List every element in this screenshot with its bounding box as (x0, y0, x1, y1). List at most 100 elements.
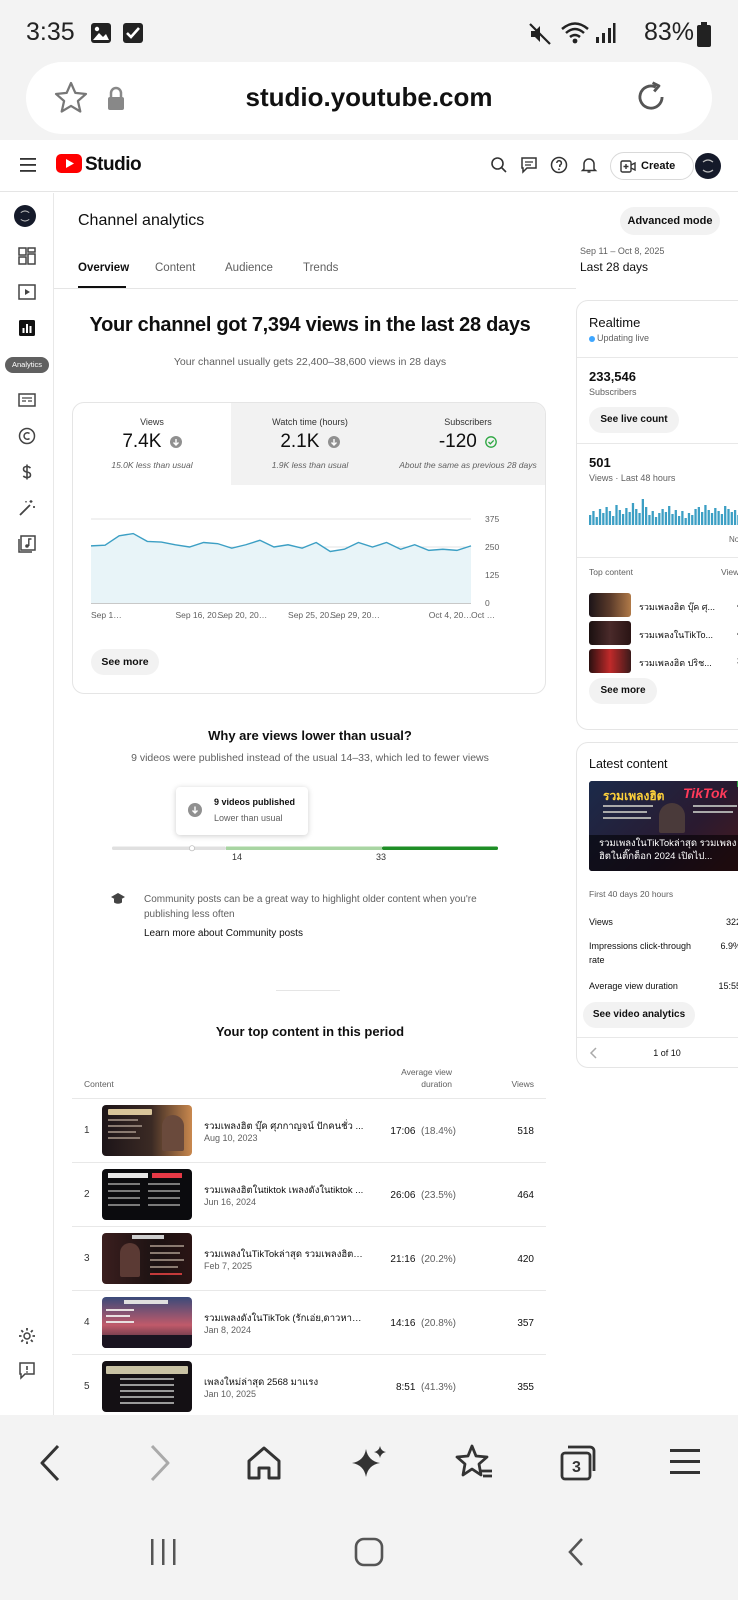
y-tick-label: 0 (485, 598, 490, 608)
studio-header: Studio Create (0, 140, 738, 192)
realtime-item-title: รวมเพลงในTikTo... (639, 630, 713, 640)
video-views: 355 (517, 1382, 534, 1393)
system-back-icon[interactable] (566, 1537, 586, 1567)
search-icon[interactable] (490, 156, 508, 174)
realtime-views-bars[interactable] (589, 495, 738, 525)
video-thumbnail[interactable] (102, 1297, 192, 1348)
video-thumbnail[interactable] (102, 1233, 192, 1284)
url-bar[interactable]: studio.youtube.com (26, 62, 712, 134)
home-button-icon[interactable] (354, 1537, 384, 1567)
recent-apps-icon[interactable] (148, 1537, 178, 1567)
status-time: 3:35 (26, 18, 75, 46)
video-title[interactable]: รวมเพลงฮิต บุ๊ค ศุภกาญจน์ ปักคนชั่ว ... (204, 1119, 364, 1134)
video-thumbnail (589, 593, 631, 617)
customization-icon[interactable] (16, 497, 38, 519)
tooltip-title: 9 videos published (214, 797, 296, 807)
views-chart[interactable]: 3752501250Sep 1… Sep 16, 20…Sep 20, 20… Se… (83, 513, 523, 629)
browser-menu-icon[interactable] (668, 1445, 702, 1479)
settings-icon[interactable] (16, 1325, 38, 1347)
help-icon[interactable] (550, 156, 568, 174)
video-thumbnail[interactable] (102, 1361, 192, 1412)
table-row[interactable]: 5 เพลงใหม่ล่าสุด 2568 มาแรง Jan 10, 2025… (72, 1354, 546, 1418)
realtime-item[interactable]: รวมเพลงฮิต ปริช... 3 (589, 649, 738, 673)
realtime-see-more-button[interactable]: See more (589, 678, 657, 704)
see-live-count-button[interactable]: See live count (589, 407, 679, 433)
forward-icon[interactable] (148, 1443, 172, 1483)
notifications-icon[interactable] (580, 156, 598, 174)
create-button[interactable]: Create (610, 152, 694, 180)
url-text[interactable]: studio.youtube.com (26, 82, 712, 113)
realtime-title: Realtime (589, 315, 641, 330)
menu-icon[interactable] (20, 158, 36, 172)
dashboard-icon[interactable] (16, 245, 38, 267)
send-feedback-icon[interactable] (16, 1359, 38, 1381)
back-icon[interactable] (38, 1443, 62, 1483)
gallery-icon (91, 23, 111, 43)
views-headline: Your channel got 7,394 views in the last… (89, 314, 531, 336)
analytics-icon[interactable] (16, 317, 38, 339)
tooltip-subtitle: Lower than usual (214, 813, 283, 823)
earn-icon[interactable] (16, 461, 38, 483)
see-video-analytics-button[interactable]: See video analytics (583, 1002, 695, 1028)
realtime-item[interactable]: รวมเพลงฮิต บุ๊ค ศุ... 4 (589, 593, 738, 617)
video-title[interactable]: รวมเพลงดังในTikTok (รักเอ่ย,ดาวหางฮั... (204, 1311, 364, 1326)
metric-watch-time[interactable]: Watch time (hours) 2.1K 1.9K less than u… (231, 403, 389, 485)
video-thumbnail[interactable] (102, 1169, 192, 1220)
realtime-bar (595, 517, 598, 525)
tab-overview[interactable]: Overview (78, 262, 129, 274)
copyright-icon[interactable] (16, 425, 38, 447)
tab-audience[interactable]: Audience (225, 262, 273, 274)
account-avatar[interactable] (695, 153, 721, 179)
table-row[interactable]: 3 รวมเพลงในTikTokล่าสุด รวมเพลงฮิตข... F… (72, 1226, 546, 1290)
live-dot (589, 336, 595, 342)
realtime-views: 501 (589, 455, 611, 470)
checkbox-icon (123, 23, 143, 43)
reload-icon[interactable] (632, 78, 670, 116)
table-row[interactable]: 1 รวมเพลงฮิต บุ๊ค ศุภกาญจน์ ปักคนชั่ว ..… (72, 1098, 546, 1162)
audio-library-icon[interactable] (16, 533, 38, 555)
realtime-bar (701, 512, 704, 525)
date-range[interactable]: Sep 11 – Oct 8, 2025 (580, 246, 664, 256)
video-title[interactable]: รวมเพลงในTikTokล่าสุด รวมเพลงฮิตข... (204, 1247, 364, 1262)
bookmarks-icon[interactable] (454, 1443, 494, 1483)
tab-trends[interactable]: Trends (303, 262, 338, 274)
video-thumbnail[interactable] (102, 1105, 192, 1156)
sparkle-icon[interactable] (350, 1443, 390, 1483)
realtime-bar (717, 511, 720, 525)
realtime-item[interactable]: รวมเพลงในTikTo... 4 (589, 621, 738, 645)
metric-subscribers[interactable]: Subscribers -120 About the same as previ… (389, 403, 545, 485)
realtime-bar (592, 511, 595, 525)
realtime-bar (664, 512, 668, 525)
advanced-mode-button[interactable]: Advanced mode (620, 207, 720, 235)
status-bar: 3:35 83% (0, 0, 738, 62)
realtime-bar (727, 509, 730, 525)
videos-range-bar (112, 845, 498, 852)
metric-label: Watch time (hours) (272, 417, 348, 427)
realtime-bar (687, 513, 691, 525)
table-row[interactable]: 4 รวมเพลงดังในTikTok (รักเอ่ย,ดาวหางฮั..… (72, 1290, 546, 1354)
channel-avatar[interactable] (14, 205, 36, 227)
date-range-label[interactable]: Last 28 days (580, 260, 648, 274)
realtime-views-column: View (721, 567, 738, 577)
metric-note: 15.0K less than usual (111, 460, 193, 470)
content-icon[interactable] (16, 281, 38, 303)
subtitles-icon[interactable] (16, 389, 38, 411)
home-icon[interactable] (244, 1443, 284, 1483)
youtube-logo-icon[interactable] (56, 154, 82, 173)
community-posts-link[interactable]: Learn more about Community posts (144, 928, 303, 939)
range-high-tick: 33 (376, 852, 387, 862)
divider (577, 557, 738, 558)
tab-content[interactable]: Content (155, 262, 195, 274)
feedback-icon[interactable] (520, 156, 538, 174)
video-title[interactable]: รวมเพลงฮิตในtiktok เพลงดังในtiktok ... (204, 1183, 364, 1198)
studio-logo-text[interactable]: Studio (85, 154, 142, 176)
see-more-button[interactable]: See more (91, 649, 159, 675)
metric-views[interactable]: Views 7.4K 15.0K less than usual (73, 403, 231, 485)
realtime-bar (598, 509, 602, 525)
metric-value: 2.1K (231, 431, 389, 453)
video-date: Jan 10, 2025 (204, 1389, 257, 1399)
video-title[interactable]: เพลงใหม่ล่าสุด 2568 มาแรง (204, 1375, 364, 1390)
table-row[interactable]: 2 รวมเพลงฮิตในtiktok เพลงดังในtiktok ...… (72, 1162, 546, 1226)
latest-video-thumbnail[interactable]: รวมเพลงฮิต TikTok รวมเพลงในTikTokล่าสุด … (589, 781, 738, 871)
stat-value: 6.9% (720, 941, 738, 951)
